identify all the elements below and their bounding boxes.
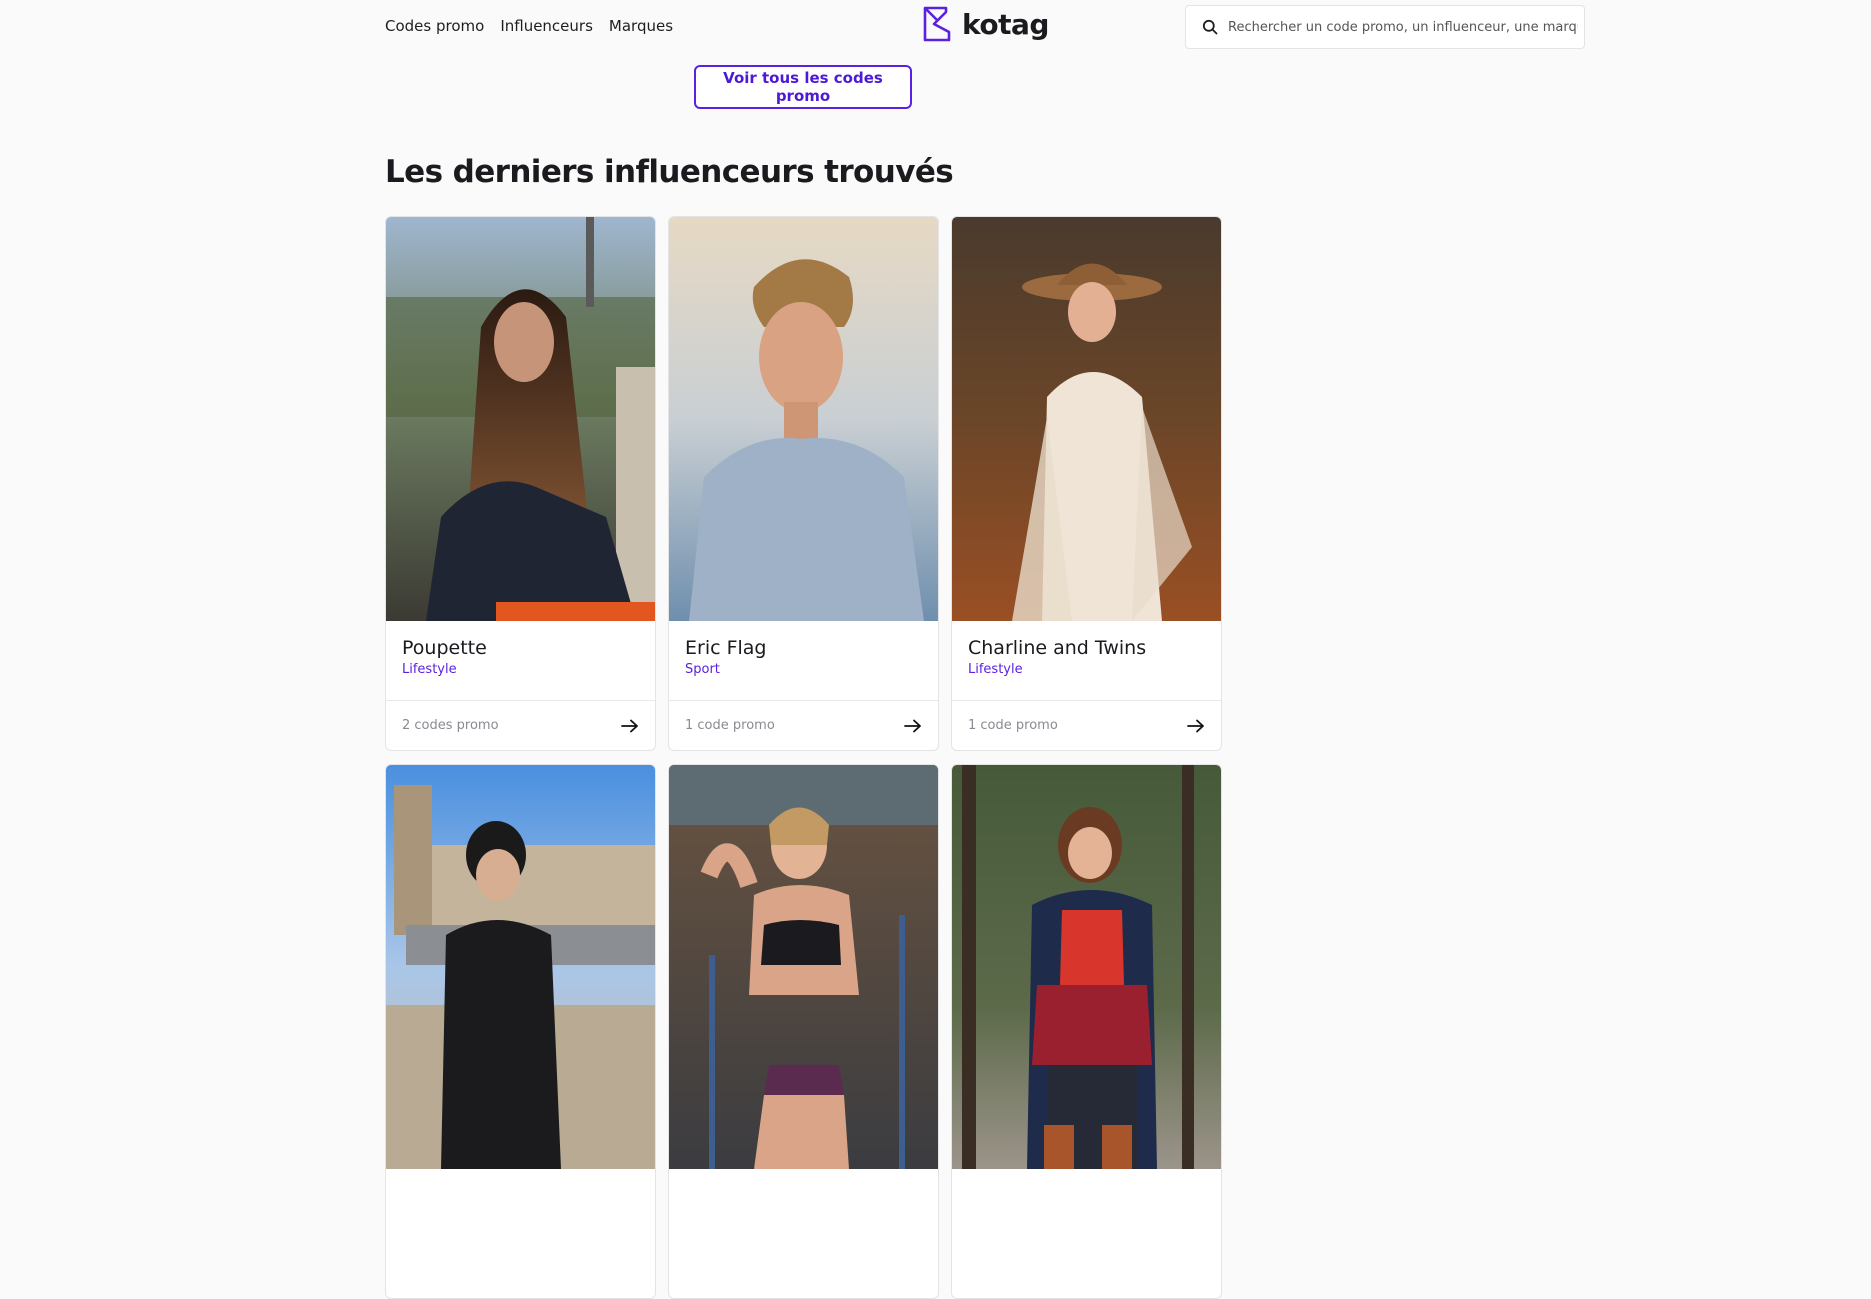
influencer-category[interactable]: Sport (685, 662, 922, 677)
card-info: Charline and Twins Lifestyle (952, 621, 1221, 701)
promo-code-count: 1 code promo (968, 718, 1058, 733)
search-input[interactable] (1228, 19, 1578, 35)
card-footer: 1 code promo (952, 701, 1221, 750)
kotag-logo[interactable]: kotag (922, 6, 1049, 42)
influencer-photo (952, 217, 1221, 621)
nav-codes-promo-link[interactable]: Codes promo (385, 17, 484, 35)
influencer-photo (952, 765, 1221, 1169)
main-nav: Codes promo Influenceurs Marques (385, 17, 673, 35)
section-title: Les derniers influenceurs trouvés (385, 154, 954, 190)
arrow-right-icon[interactable] (904, 719, 922, 733)
influencer-name: Charline and Twins (968, 637, 1147, 659)
influencer-category[interactable]: Lifestyle (968, 662, 1205, 677)
influencer-card-eric-flag[interactable]: Eric Flag Sport 1 code promo (668, 216, 939, 751)
influencer-name: Poupette (402, 637, 487, 659)
influencer-category[interactable]: Lifestyle (402, 662, 639, 677)
search-box[interactable] (1185, 5, 1585, 49)
card-footer: 1 code promo (669, 701, 938, 750)
card-info: Eric Flag Sport (669, 621, 938, 701)
influencer-photo (386, 217, 655, 621)
brand-name: kotag (962, 7, 1049, 41)
influencer-grid: Poupette Lifestyle 2 codes promo Eric Fl… (385, 216, 1222, 1299)
influencer-card[interactable] (951, 764, 1222, 1299)
view-all-codes-button[interactable]: Voir tous les codes promo (694, 65, 912, 109)
card-info: Poupette Lifestyle (386, 621, 655, 701)
promo-code-count: 2 codes promo (402, 718, 499, 733)
kotag-logo-icon (923, 6, 951, 42)
influencer-photo (669, 765, 938, 1169)
influencer-card-charline-and-twins[interactable]: Charline and Twins Lifestyle 1 code prom… (951, 216, 1222, 751)
influencer-photo (669, 217, 938, 621)
influencer-card-poupette[interactable]: Poupette Lifestyle 2 codes promo (385, 216, 656, 751)
nav-influenceurs-link[interactable]: Influenceurs (500, 17, 593, 35)
influencer-card[interactable] (385, 764, 656, 1299)
influencer-name: Eric Flag (685, 637, 767, 659)
promo-code-count: 1 code promo (685, 718, 775, 733)
top-navigation-bar: Codes promo Influenceurs Marques kotag (0, 0, 1871, 54)
card-footer: 2 codes promo (386, 701, 655, 750)
arrow-right-icon[interactable] (621, 719, 639, 733)
arrow-right-icon[interactable] (1187, 719, 1205, 733)
influencer-card[interactable] (668, 764, 939, 1299)
nav-marques-link[interactable]: Marques (609, 17, 673, 35)
influencer-photo (386, 765, 655, 1169)
search-icon (1202, 19, 1218, 35)
